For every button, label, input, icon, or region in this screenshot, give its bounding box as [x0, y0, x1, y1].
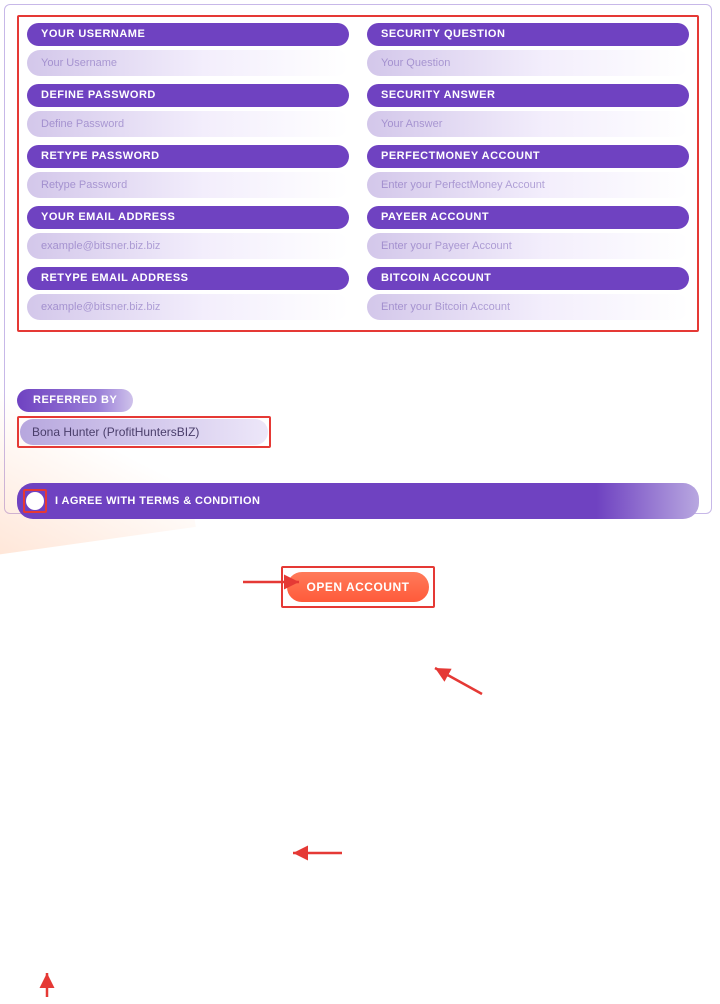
- field-email: YOUR EMAIL ADDRESS: [27, 206, 349, 259]
- right-column: SECURITY QUESTION SECURITY ANSWER PERFEC…: [367, 23, 689, 320]
- left-column: YOUR USERNAME DEFINE PASSWORD RETYPE PAS…: [27, 23, 349, 320]
- field-security-answer: SECURITY ANSWER: [367, 84, 689, 137]
- input-security-answer[interactable]: [367, 111, 689, 137]
- label-referred-by: REFERRED BY: [17, 389, 133, 412]
- input-username[interactable]: [27, 50, 349, 76]
- label-security-question: SECURITY QUESTION: [367, 23, 689, 46]
- label-define-password: DEFINE PASSWORD: [27, 84, 349, 107]
- label-payeer: PAYEER ACCOUNT: [367, 206, 689, 229]
- input-security-question[interactable]: [367, 50, 689, 76]
- input-payeer[interactable]: [367, 233, 689, 259]
- field-define-password: DEFINE PASSWORD: [27, 84, 349, 137]
- field-grid: YOUR USERNAME DEFINE PASSWORD RETYPE PAS…: [27, 23, 689, 320]
- annotation-arrow-grid: [427, 664, 720, 703]
- field-retype-password: RETYPE PASSWORD: [27, 145, 349, 198]
- input-define-password[interactable]: [27, 111, 349, 137]
- field-bitcoin: BITCOIN ACCOUNT: [367, 267, 689, 320]
- field-retype-email: RETYPE EMAIL ADDRESS: [27, 267, 349, 320]
- label-email: YOUR EMAIL ADDRESS: [27, 206, 349, 229]
- agree-label: I AGREE WITH TERMS & CONDITION: [55, 495, 260, 507]
- field-payeer: PAYEER ACCOUNT: [367, 206, 689, 259]
- input-retype-password[interactable]: [27, 172, 349, 198]
- agree-highlight-box: [23, 489, 47, 513]
- label-bitcoin: BITCOIN ACCOUNT: [367, 267, 689, 290]
- label-perfectmoney: PERFECTMONEY ACCOUNT: [367, 145, 689, 168]
- submit-highlight-box: OPEN ACCOUNT: [281, 566, 436, 608]
- label-username: YOUR USERNAME: [27, 23, 349, 46]
- submit-row: OPEN ACCOUNT: [17, 566, 699, 608]
- input-bitcoin[interactable]: [367, 294, 689, 320]
- referred-highlight-box: [17, 416, 271, 448]
- input-email[interactable]: [27, 233, 349, 259]
- input-perfectmoney[interactable]: [367, 172, 689, 198]
- input-retype-email[interactable]: [27, 294, 349, 320]
- field-security-question: SECURITY QUESTION: [367, 23, 689, 76]
- agree-radio[interactable]: [26, 492, 44, 510]
- fields-highlight-box: YOUR USERNAME DEFINE PASSWORD RETYPE PAS…: [17, 15, 699, 332]
- agree-bar: I AGREE WITH TERMS & CONDITION: [17, 483, 699, 519]
- label-security-answer: SECURITY ANSWER: [367, 84, 689, 107]
- field-username: YOUR USERNAME: [27, 23, 349, 76]
- annotation-arrow-referred: [287, 845, 720, 866]
- open-account-button[interactable]: OPEN ACCOUNT: [285, 570, 432, 604]
- label-retype-email: RETYPE EMAIL ADDRESS: [27, 267, 349, 290]
- annotation-arrow-agree: [37, 969, 719, 1004]
- label-retype-password: RETYPE PASSWORD: [27, 145, 349, 168]
- field-perfectmoney: PERFECTMONEY ACCOUNT: [367, 145, 689, 198]
- input-referred-by[interactable]: [20, 419, 268, 445]
- referred-by-section: REFERRED BY: [17, 389, 699, 448]
